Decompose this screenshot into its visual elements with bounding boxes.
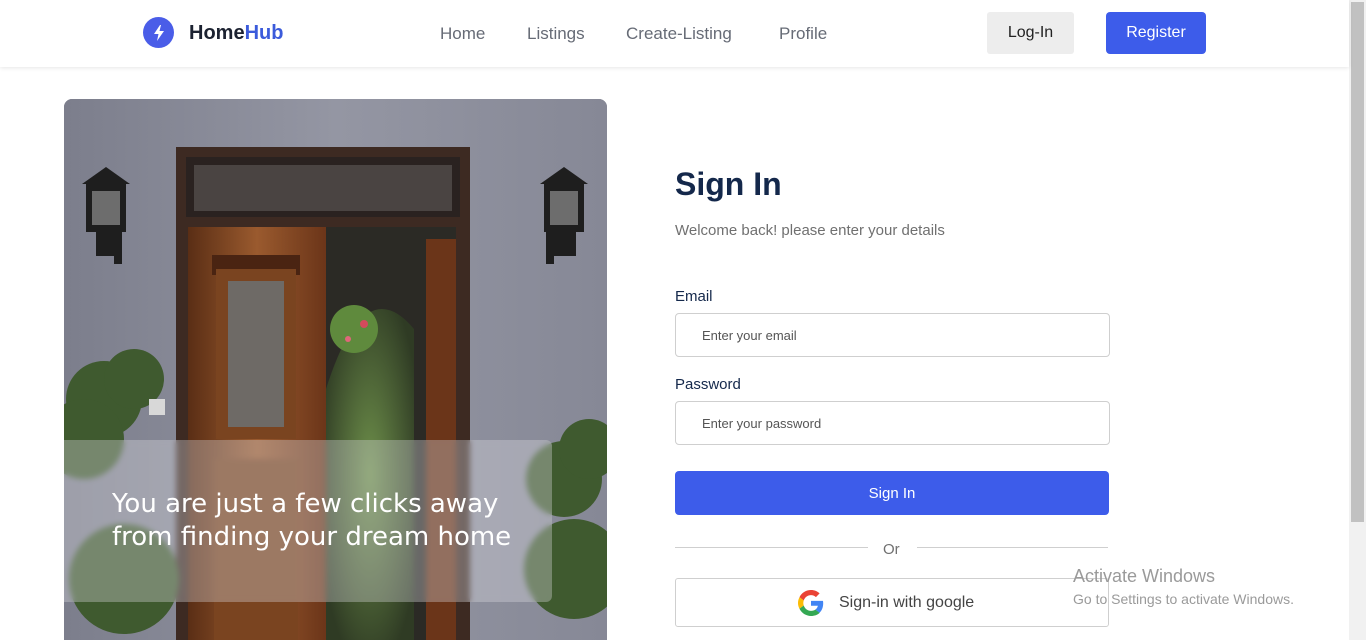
brand-name-part1: Home: [189, 22, 245, 44]
email-label: Email: [675, 288, 713, 305]
top-navbar: HomeHub Home Listings Create-Listing Pro…: [0, 0, 1349, 67]
lightning-bolt-logo-icon[interactable]: [143, 17, 174, 48]
page-subtitle: Welcome back! please enter your details: [675, 222, 945, 239]
divider-right: [917, 547, 1108, 548]
password-field[interactable]: [675, 401, 1110, 445]
divider-or-text: Or: [883, 541, 900, 558]
login-button[interactable]: Log-In: [987, 12, 1074, 54]
google-sign-in-label: Sign-in with google: [839, 594, 975, 611]
sign-in-button[interactable]: Sign In: [675, 471, 1109, 515]
activate-windows-subtitle: Go to Settings to activate Windows.: [1073, 591, 1294, 607]
nav-link-profile[interactable]: Profile: [779, 24, 827, 44]
hero-caption: You are just a few clicks away from find…: [112, 489, 512, 552]
brand-name[interactable]: HomeHub: [189, 22, 283, 45]
activate-windows-title: Activate Windows: [1073, 566, 1216, 586]
google-sign-in-button[interactable]: Sign-in with google: [675, 578, 1109, 627]
nav-link-home[interactable]: Home: [440, 24, 485, 44]
email-field[interactable]: [675, 313, 1110, 357]
nav-link-create-listing[interactable]: Create-Listing: [626, 24, 732, 44]
page-scrollbar-thumb[interactable]: [1351, 2, 1364, 522]
password-label: Password: [675, 376, 741, 393]
brand-name-part2: Hub: [244, 22, 284, 44]
nav-link-listings[interactable]: Listings: [527, 24, 585, 44]
register-button[interactable]: Register: [1106, 12, 1206, 54]
google-logo-icon: [798, 590, 824, 621]
hero-caption-panel: You are just a few clicks away from find…: [64, 440, 552, 602]
page-title: Sign In: [675, 166, 782, 202]
divider-left: [675, 547, 868, 548]
